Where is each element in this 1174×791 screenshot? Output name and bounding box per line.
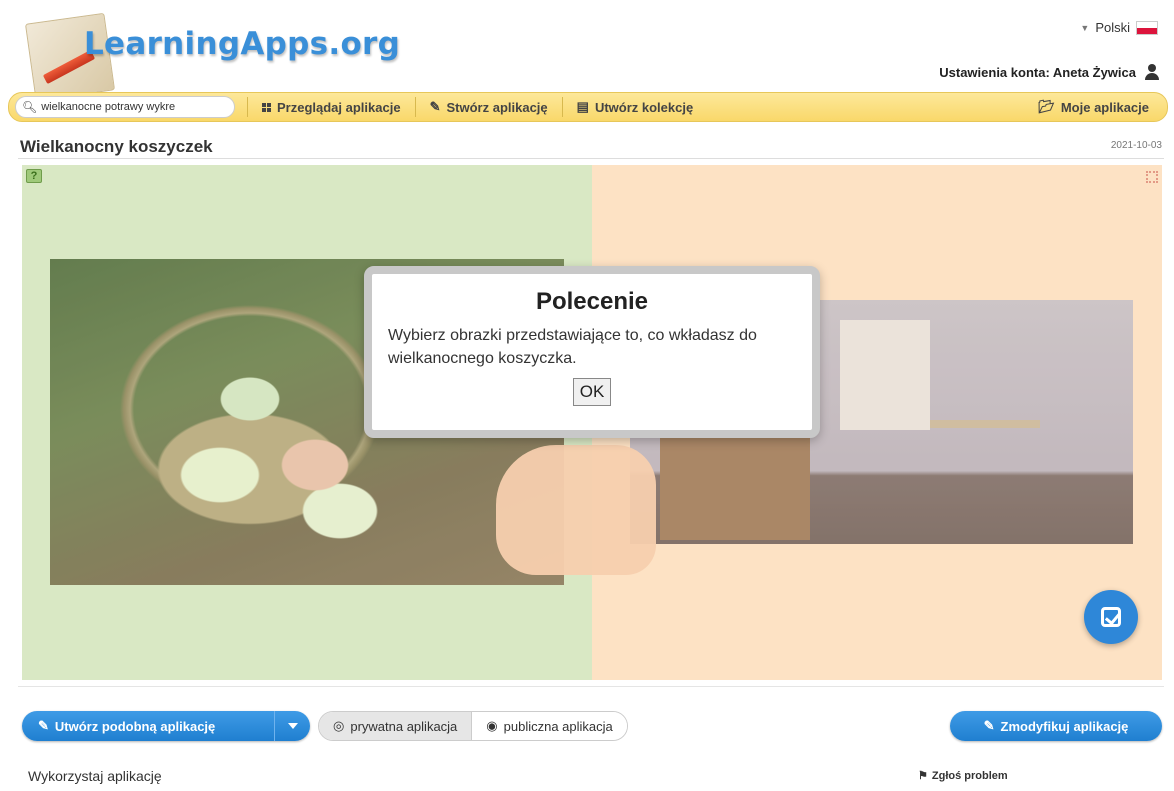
flag-icon: ⚑: [918, 770, 928, 782]
pencil-icon: ✎: [429, 99, 441, 114]
account-settings[interactable]: Ustawienia konta: Aneta Żywica: [939, 64, 1160, 80]
check-icon: [1101, 607, 1121, 627]
create-similar-dropdown-button[interactable]: [274, 711, 310, 741]
user-icon: [1144, 64, 1160, 80]
create-similar-label: Utwórz podobną aplikację: [54, 718, 216, 734]
search-value: wielkanocne potrawy wykre: [41, 101, 176, 113]
nav-my-apps[interactable]: 📂︎ Moje aplikacje: [1038, 99, 1167, 115]
public-app-option[interactable]: ◉ publiczna aplikacja: [471, 712, 627, 740]
check-answers-button[interactable]: [1084, 590, 1138, 644]
search-input[interactable]: 🔍︎ wielkanocne potrawy wykre: [15, 96, 235, 118]
main-navbar: 🔍︎ wielkanocne potrawy wykre Przeglądaj …: [8, 92, 1168, 122]
nav-collection-label: Utwórz kolekcję: [594, 99, 694, 115]
page: LearningApps.org ▼ Polski Ustawienia kon…: [0, 0, 1174, 791]
nav-create-label: Stwórz aplikację: [446, 99, 548, 115]
nav-browse-apps[interactable]: Przeglądaj aplikacje: [247, 97, 415, 117]
eye-icon: ◉: [486, 718, 498, 733]
logo-text: LearningApps.org: [84, 26, 401, 62]
polish-flag-icon: [1136, 20, 1158, 35]
dialog-title: Polecenie: [535, 288, 649, 315]
fullscreen-icon[interactable]: [1146, 171, 1158, 183]
language-label: Polski: [1095, 20, 1130, 35]
visibility-toggle: ◎ prywatna aplikacja ◉ publiczna aplikac…: [318, 711, 628, 741]
nav-create-collection[interactable]: ▤ Utwórz kolekcję: [561, 97, 708, 117]
page-title: Wielkanocny koszyczek: [20, 137, 213, 156]
nav-browse-label: Przeglądaj aplikacje: [277, 99, 401, 115]
ok-button[interactable]: OK: [572, 378, 612, 406]
app-stage[interactable]: ? Polecenie Wybierz obrazki przedstawiaj…: [22, 165, 1162, 680]
folder-icon: 📂︎: [1038, 99, 1055, 114]
dropdown-arrow-icon: ▼: [1080, 22, 1090, 33]
modify-app-button[interactable]: ✎ Zmodyfikuj aplikację: [950, 711, 1162, 741]
dialog-text: Wybierz obrazki przedstawiające to, co w…: [388, 327, 757, 367]
help-icon[interactable]: ?: [26, 169, 42, 183]
nav-my-apps-label: Moje aplikacje: [1060, 99, 1149, 115]
search-icon: 🔍︎: [22, 100, 38, 114]
instruction-dialog: Polecenie Wybierz obrazki przedstawiając…: [364, 266, 820, 438]
private-app-option[interactable]: ◎ prywatna aplikacja: [319, 712, 472, 740]
logo[interactable]: LearningApps.org: [18, 8, 401, 102]
divider: [18, 686, 1164, 687]
app-date: 2021-10-03: [1110, 140, 1162, 151]
nav-create-app[interactable]: ✎ Stwórz aplikację: [414, 97, 562, 117]
edit-icon: ✎: [38, 718, 49, 733]
report-label: Zgłoś problem: [931, 769, 1008, 782]
public-label: publiczna aplikacja: [503, 718, 613, 734]
grid-icon: [262, 102, 271, 112]
private-label: prywatna aplikacja: [350, 718, 458, 734]
language-selector[interactable]: ▼ Polski: [1080, 20, 1158, 35]
use-app-heading: Wykorzystaj aplikację: [28, 768, 162, 784]
collection-icon: ▤: [576, 99, 589, 114]
pencil-icon: ✎: [983, 718, 995, 733]
hand-graphic: [496, 445, 656, 575]
create-similar-button[interactable]: ✎ Utwórz podobną aplikację: [22, 711, 310, 741]
eye-slash-icon: ◎: [333, 718, 345, 733]
divider: [18, 158, 1164, 159]
account-label: Ustawienia konta: Aneta Żywica: [939, 64, 1136, 80]
report-problem-link[interactable]: ⚑ Zgłoś problem: [918, 769, 1008, 783]
modify-label: Zmodyfikuj aplikację: [1000, 718, 1129, 734]
